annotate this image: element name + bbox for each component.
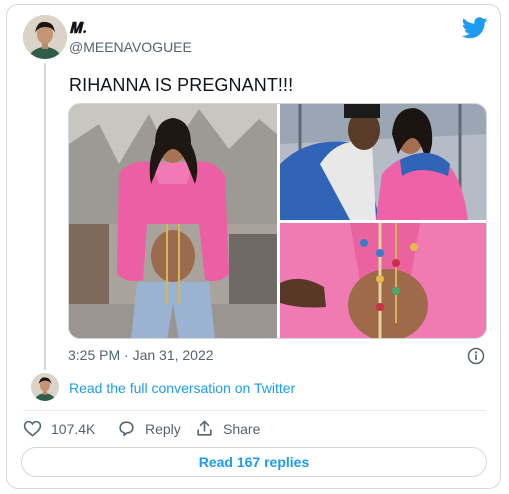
tweet-timestamp[interactable]: 3:25 PM · Jan 31, 2022 [68, 347, 214, 363]
reply-label: Reply [145, 420, 181, 437]
share-button[interactable]: Share [195, 419, 260, 438]
thread-connector [44, 63, 46, 370]
tweet-media-grid[interactable] [68, 103, 487, 339]
media-photo-3[interactable] [280, 223, 486, 338]
twitter-bird-icon[interactable] [461, 17, 488, 39]
heart-icon [23, 420, 42, 437]
media-photo-1[interactable] [69, 104, 277, 338]
read-replies-button[interactable]: Read 167 replies [21, 447, 487, 477]
media-photo-2[interactable] [280, 104, 486, 220]
share-upload-icon [197, 420, 212, 436]
reply-button[interactable]: Reply [117, 419, 181, 438]
divider [23, 410, 486, 411]
info-icon[interactable] [467, 347, 485, 365]
author-name[interactable]: 𝐌. [69, 19, 87, 37]
read-conversation-link[interactable]: Read the full conversation on Twitter [69, 380, 295, 396]
like-button[interactable]: 107.4K [23, 419, 95, 438]
share-label: Share [223, 420, 261, 437]
conversation-avatar[interactable] [31, 373, 59, 401]
tweet-card: 𝐌. @MEENAVOGUEE RIHANNA IS PREGNANT!!! 3… [6, 4, 501, 489]
reply-bubble-icon [119, 421, 134, 437]
likes-count: 107.4K [51, 420, 96, 437]
tweet-text: RIHANNA IS PREGNANT!!! [69, 75, 294, 95]
author-avatar[interactable] [23, 15, 67, 59]
author-handle[interactable]: @MEENAVOGUEE [69, 39, 192, 55]
